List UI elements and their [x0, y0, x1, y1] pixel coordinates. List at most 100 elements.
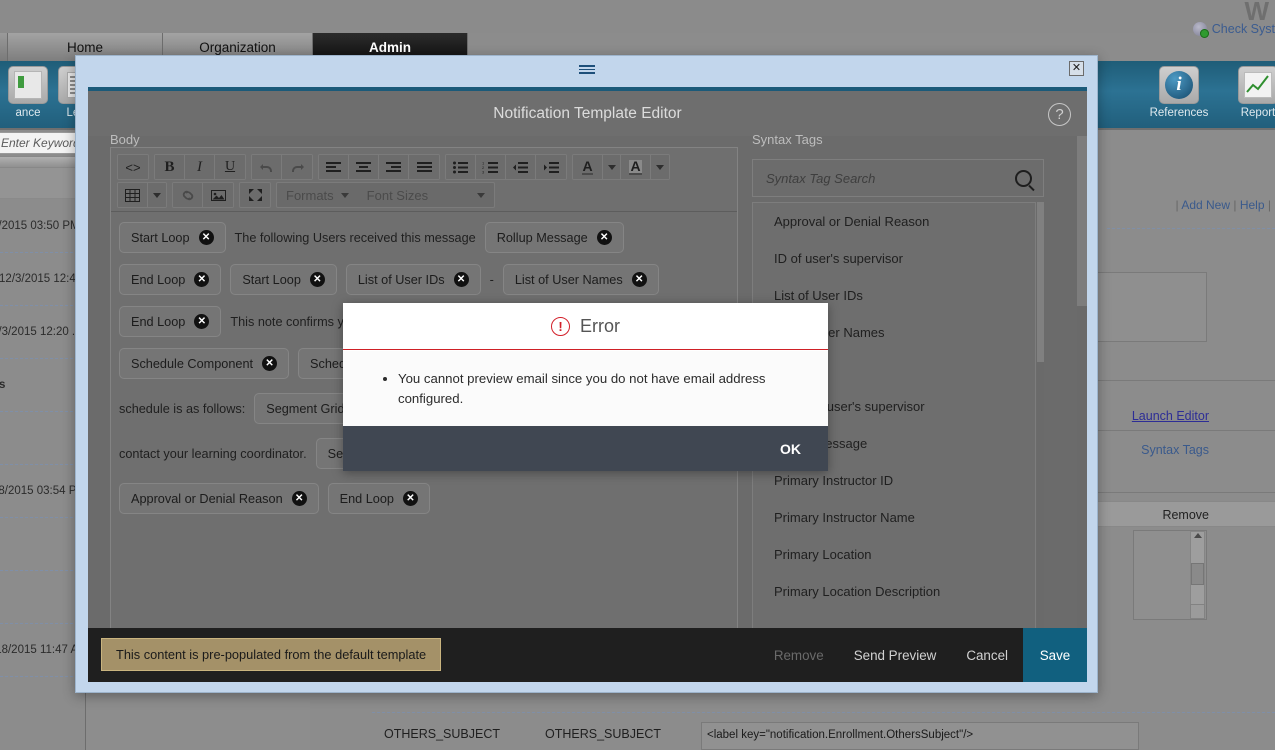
modal-footer: This content is pre-populated from the d… [88, 628, 1087, 682]
image-icon[interactable] [203, 183, 233, 207]
chevron-down-icon [340, 192, 349, 198]
link-icon[interactable] [173, 183, 203, 207]
scroll-thumb[interactable] [1191, 563, 1204, 585]
editor-toolbar: <> B I U 1 2 3 A A Formats Font Sizes [111, 148, 737, 212]
font-sizes-dropdown[interactable]: Font Sizes [358, 183, 494, 207]
numbered-list-icon[interactable]: 123 [476, 155, 506, 179]
tag-label: Segment Grid [266, 401, 345, 416]
toolbar-row-1: <> B I U 1 2 3 A A [117, 154, 670, 180]
footer-actions: Remove Send Preview Cancel Save [759, 628, 1087, 682]
background-color-dropdown-icon[interactable] [651, 155, 669, 179]
save-button[interactable]: Save [1023, 628, 1087, 682]
remove-tag-icon[interactable]: ✕ [262, 356, 278, 371]
bottom-cell-name: OTHERS_SUBJECT [545, 727, 661, 741]
error-dialog-body: You cannot preview email since you do no… [343, 351, 828, 426]
syntax-tag-chip[interactable]: Start Loop ✕ [119, 222, 226, 253]
send-preview-button[interactable]: Send Preview [839, 628, 952, 682]
list-item[interactable]: ID of user's supervisor [753, 240, 1035, 277]
remove-tag-icon[interactable]: ✕ [291, 491, 307, 506]
syntax-tag-chip[interactable]: Schedule Component ✕ [119, 348, 290, 379]
list-item[interactable]: Primary Location [753, 536, 1035, 573]
cancel-button[interactable]: Cancel [951, 628, 1023, 682]
syntax-tag-chip[interactable]: End Loop ✕ [327, 483, 430, 514]
content-text: - [489, 272, 494, 287]
right-rule-3 [1095, 492, 1275, 493]
bullet-list-icon[interactable] [446, 155, 476, 179]
toolbar-group-color: A A [572, 154, 670, 180]
remove-tag-icon[interactable]: ✕ [194, 272, 210, 287]
textarea-resize-handle[interactable] [1190, 604, 1205, 619]
bold-icon[interactable]: B [155, 155, 185, 179]
scroll-up-arrow-icon[interactable] [1193, 533, 1202, 538]
list-item[interactable]: Primary Location Description [753, 573, 1035, 610]
syntax-tag-chip[interactable]: List of User Names ✕ [502, 264, 659, 295]
text-color-dropdown-icon[interactable] [603, 155, 621, 179]
launch-editor-link[interactable]: Launch Editor [1132, 409, 1209, 423]
search-icon[interactable] [1015, 169, 1032, 187]
underline-icon[interactable]: U [215, 155, 245, 179]
close-icon[interactable]: ✕ [1069, 61, 1084, 76]
text-color-icon[interactable]: A [573, 155, 603, 179]
syntax-list-scrollbar[interactable] [1037, 202, 1044, 632]
undo-icon[interactable] [252, 155, 282, 179]
align-right-icon[interactable] [379, 155, 409, 179]
help-link[interactable]: Help [1240, 198, 1265, 212]
outdent-icon[interactable] [506, 155, 536, 179]
remove-tag-icon[interactable]: ✕ [194, 314, 210, 329]
syntax-tag-chip[interactable]: Approval or Denial Reason ✕ [119, 483, 319, 514]
syntax-tag-chip[interactable]: Start Loop ✕ [230, 264, 337, 295]
nav-tab-edge [0, 33, 8, 61]
formats-dropdown[interactable]: Formats [277, 183, 358, 207]
remove-tag-icon[interactable]: ✕ [596, 230, 612, 245]
toolbar-group-dropdowns: Formats Font Sizes [276, 182, 495, 208]
align-center-icon[interactable] [349, 155, 379, 179]
remove-tag-icon[interactable]: ✕ [631, 272, 647, 287]
syntax-tag-chip[interactable]: End Loop ✕ [119, 264, 222, 295]
syntax-search-input[interactable] [764, 169, 998, 187]
align-left-icon[interactable] [319, 155, 349, 179]
indent-icon[interactable] [536, 155, 566, 179]
row-text: 2/3/2015 12:20 . [0, 326, 76, 338]
modal-scrollbar-thumb[interactable] [1077, 136, 1087, 306]
toolbar-group-list: 123 [445, 154, 567, 180]
modal-titlebar[interactable]: ✕ [76, 56, 1097, 87]
drag-grip-icon[interactable] [578, 65, 595, 74]
tag-label: Rollup Message [496, 230, 588, 245]
italic-icon[interactable]: I [185, 155, 215, 179]
toolbar-group-format: B I U [154, 154, 246, 180]
syntax-tag-chip[interactable]: List of User IDs ✕ [345, 264, 481, 295]
background-color-icon[interactable]: A [621, 155, 651, 179]
ribbon-label-references: References [1149, 107, 1209, 119]
ribbon-item-references[interactable]: i References [1143, 66, 1215, 119]
remove-tag-icon[interactable]: ✕ [309, 272, 325, 287]
keyword-search-input[interactable]: Enter Keyword [0, 132, 82, 154]
toolbar-group-history [251, 154, 313, 180]
bottom-cell-value-input[interactable]: <label key="notification.Enrollment.Othe… [701, 722, 1139, 750]
ribbon-item-report[interactable]: Report [1222, 66, 1275, 119]
error-dialog-title: Error [580, 315, 620, 336]
row-action-links: | Add New | Help | [1175, 198, 1271, 212]
remove-button[interactable]: Remove [759, 628, 839, 682]
remove-tag-icon[interactable]: ✕ [402, 491, 418, 506]
list-item[interactable]: Approval or Denial Reason [753, 203, 1035, 240]
redo-icon[interactable] [282, 155, 312, 179]
source-code-icon[interactable]: <> [118, 155, 148, 179]
add-new-link[interactable]: Add New [1181, 198, 1230, 212]
fullscreen-icon[interactable] [240, 183, 270, 207]
remove-tag-icon[interactable]: ✕ [453, 272, 469, 287]
help-icon[interactable]: ? [1048, 103, 1071, 126]
syntax-tag-chip[interactable]: Rollup Message ✕ [484, 222, 624, 253]
table-icon[interactable] [118, 183, 148, 207]
table-dropdown-icon[interactable] [148, 183, 166, 207]
ok-button[interactable]: OK [753, 426, 828, 471]
syntax-list-scroll-thumb[interactable] [1037, 202, 1044, 362]
info-icon: i [1165, 71, 1193, 99]
remove-tag-icon[interactable]: ✕ [198, 230, 214, 245]
screen-root: W Check Syst Home Organization Admin anc… [0, 0, 1275, 750]
body-field-label: Body [110, 132, 140, 147]
list-item[interactable]: Primary Instructor Name [753, 499, 1035, 536]
syntax-search-box[interactable] [752, 159, 1044, 197]
align-justify-icon[interactable] [409, 155, 439, 179]
syntax-tags-link[interactable]: Syntax Tags [1141, 443, 1209, 457]
syntax-tag-chip[interactable]: End Loop ✕ [119, 306, 222, 337]
